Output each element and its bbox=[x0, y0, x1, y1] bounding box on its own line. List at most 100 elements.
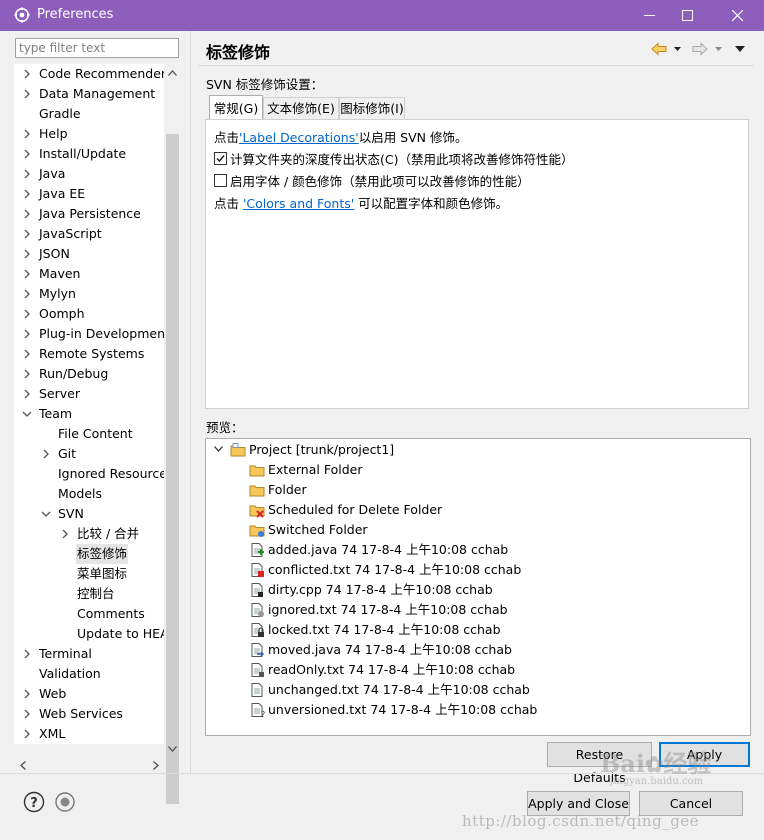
tree-item[interactable]: JSON bbox=[14, 244, 164, 264]
chevron-right-icon[interactable] bbox=[22, 304, 34, 324]
scroll-left-button[interactable] bbox=[14, 757, 31, 774]
filter-box[interactable] bbox=[15, 38, 179, 58]
chevron-right-icon[interactable] bbox=[22, 124, 34, 144]
tree-item[interactable]: Plug-in Development bbox=[14, 324, 164, 344]
tab-label: 图标修饰(I) bbox=[340, 101, 404, 116]
tree-item[interactable]: 标签修饰 bbox=[14, 544, 164, 564]
chevron-right-icon[interactable] bbox=[22, 224, 34, 244]
chevron-right-icon[interactable] bbox=[22, 364, 34, 384]
chevron-right-icon[interactable] bbox=[22, 344, 34, 364]
tree-item[interactable]: Team bbox=[14, 404, 164, 424]
text: 以启用 SVN 修饰。 bbox=[358, 130, 468, 145]
back-dropdown-button[interactable] bbox=[671, 40, 683, 58]
tree-item[interactable]: Ignored Resource bbox=[14, 464, 164, 484]
font-color-decorations-checkbox[interactable] bbox=[214, 174, 227, 187]
chevron-down-icon[interactable] bbox=[22, 404, 34, 424]
tree-item[interactable]: Web Services bbox=[14, 704, 164, 724]
tree-item-label: Oomph bbox=[39, 306, 85, 321]
tree-item[interactable]: Maven bbox=[14, 264, 164, 284]
chevron-right-icon[interactable] bbox=[22, 164, 34, 184]
chevron-right-icon[interactable] bbox=[22, 184, 34, 204]
tree-item[interactable]: Oomph bbox=[14, 304, 164, 324]
scroll-up-button[interactable] bbox=[164, 64, 181, 81]
chevron-right-icon[interactable] bbox=[22, 384, 34, 404]
tree-item[interactable]: Validation bbox=[14, 664, 164, 684]
chevron-right-icon[interactable] bbox=[22, 64, 34, 84]
chevron-right-icon[interactable] bbox=[22, 144, 34, 164]
chevron-right-icon[interactable] bbox=[22, 724, 34, 744]
tree-item[interactable]: Models bbox=[14, 484, 164, 504]
back-button[interactable] bbox=[650, 40, 668, 58]
tree-item-label: Plug-in Development bbox=[39, 326, 164, 341]
tree-item[interactable]: Data Management bbox=[14, 84, 164, 104]
tree-item[interactable]: Update to HEA bbox=[14, 624, 164, 644]
tree-item[interactable]: SVN bbox=[14, 504, 164, 524]
tree-item[interactable]: 控制台 bbox=[14, 584, 164, 604]
chevron-right-icon[interactable] bbox=[22, 704, 34, 724]
tree-item[interactable]: Remote Systems bbox=[14, 344, 164, 364]
chevron-right-icon[interactable] bbox=[22, 284, 34, 304]
chevron-right-icon[interactable] bbox=[22, 244, 34, 264]
close-button[interactable] bbox=[710, 0, 764, 31]
tree-item[interactable]: Server bbox=[14, 384, 164, 404]
label-decorations-link[interactable]: 'Label Decorations' bbox=[239, 130, 359, 145]
tab-general[interactable]: 常规(G) bbox=[209, 95, 263, 119]
chevron-right-icon[interactable] bbox=[22, 84, 34, 104]
preview-item-label: dirty.cpp 74 17-8-4 上午10:08 cchab bbox=[268, 582, 493, 597]
colors-and-fonts-link[interactable]: 'Colors and Fonts' bbox=[243, 196, 354, 211]
tab-text-decorations[interactable]: 文本修饰(E) bbox=[263, 97, 339, 119]
maximize-button[interactable] bbox=[664, 0, 710, 31]
tree-item[interactable]: 比较 / 合并 bbox=[14, 524, 164, 544]
chevron-right-icon[interactable] bbox=[22, 684, 34, 704]
tree-item[interactable]: JavaScript bbox=[14, 224, 164, 244]
tree-item[interactable]: Comments bbox=[14, 604, 164, 624]
chevron-right-icon[interactable] bbox=[22, 644, 34, 664]
pane-divider[interactable] bbox=[190, 31, 191, 773]
tree-item[interactable]: Java bbox=[14, 164, 164, 184]
forward-button[interactable] bbox=[691, 40, 709, 58]
tree-item[interactable]: Gradle bbox=[14, 104, 164, 124]
tree-item[interactable]: Git bbox=[14, 444, 164, 464]
chevron-right-icon[interactable] bbox=[22, 264, 34, 284]
scroll-thumb[interactable] bbox=[166, 134, 179, 804]
preview-tree[interactable]: Project [trunk/project1] External Folder… bbox=[205, 438, 751, 736]
record-icon[interactable] bbox=[54, 791, 76, 813]
font-color-decorations-option[interactable]: 启用字体 / 颜色修饰（禁用此项可以改善修饰的性能） bbox=[214, 171, 530, 190]
tree-item[interactable]: Java EE bbox=[14, 184, 164, 204]
filter-input[interactable] bbox=[16, 39, 178, 57]
chevron-right-icon[interactable] bbox=[22, 324, 34, 344]
chevron-down-icon[interactable] bbox=[41, 504, 53, 524]
tree-item-label: Help bbox=[39, 126, 68, 141]
file-unversioned-icon: ? bbox=[251, 703, 265, 718]
help-icon[interactable]: ? bbox=[23, 791, 45, 813]
preferences-tree[interactable]: Code Recommenders Data Management Gradle He… bbox=[14, 64, 164, 744]
chevron-right-icon[interactable] bbox=[22, 204, 34, 224]
compute-deep-status-checkbox[interactable] bbox=[214, 152, 227, 165]
tree-vertical-scrollbar[interactable] bbox=[164, 64, 181, 804]
tree-item[interactable]: Install/Update bbox=[14, 144, 164, 164]
tab-icon-decorations[interactable]: 图标修饰(I) bbox=[339, 97, 405, 119]
scroll-down-button[interactable] bbox=[164, 740, 181, 757]
compute-deep-status-option[interactable]: 计算文件夹的深度传出状态(C)（禁用此项将改善修饰符性能） bbox=[214, 149, 573, 168]
scroll-right-button[interactable] bbox=[147, 757, 164, 774]
tree-item[interactable]: Web bbox=[14, 684, 164, 704]
checkbox-label: 启用字体 / 颜色修饰（禁用此项可以改善修饰的性能） bbox=[230, 174, 530, 189]
tree-item[interactable]: File Content bbox=[14, 424, 164, 444]
tree-item[interactable]: Run/Debug bbox=[14, 364, 164, 384]
chevron-right-icon[interactable] bbox=[60, 524, 72, 544]
tree-item[interactable]: XML bbox=[14, 724, 164, 744]
forward-dropdown-button[interactable] bbox=[712, 40, 724, 58]
chevron-right-icon[interactable] bbox=[41, 444, 53, 464]
tree-item-label: Terminal bbox=[39, 646, 92, 661]
url-watermark: http://blog.csdn.net/qing_gee bbox=[462, 812, 700, 830]
tree-horizontal-scrollbar[interactable] bbox=[14, 757, 164, 774]
tree-item[interactable]: Help bbox=[14, 124, 164, 144]
tree-item[interactable]: Java Persistence bbox=[14, 204, 164, 224]
tree-item[interactable]: Code Recommenders bbox=[14, 64, 164, 84]
project-folder-icon bbox=[230, 443, 246, 457]
tree-item-label: Web bbox=[39, 686, 67, 701]
view-menu-button[interactable] bbox=[732, 40, 748, 58]
tree-item[interactable]: Mylyn bbox=[14, 284, 164, 304]
tree-item[interactable]: 菜单图标 bbox=[14, 564, 164, 584]
tree-item[interactable]: Terminal bbox=[14, 644, 164, 664]
